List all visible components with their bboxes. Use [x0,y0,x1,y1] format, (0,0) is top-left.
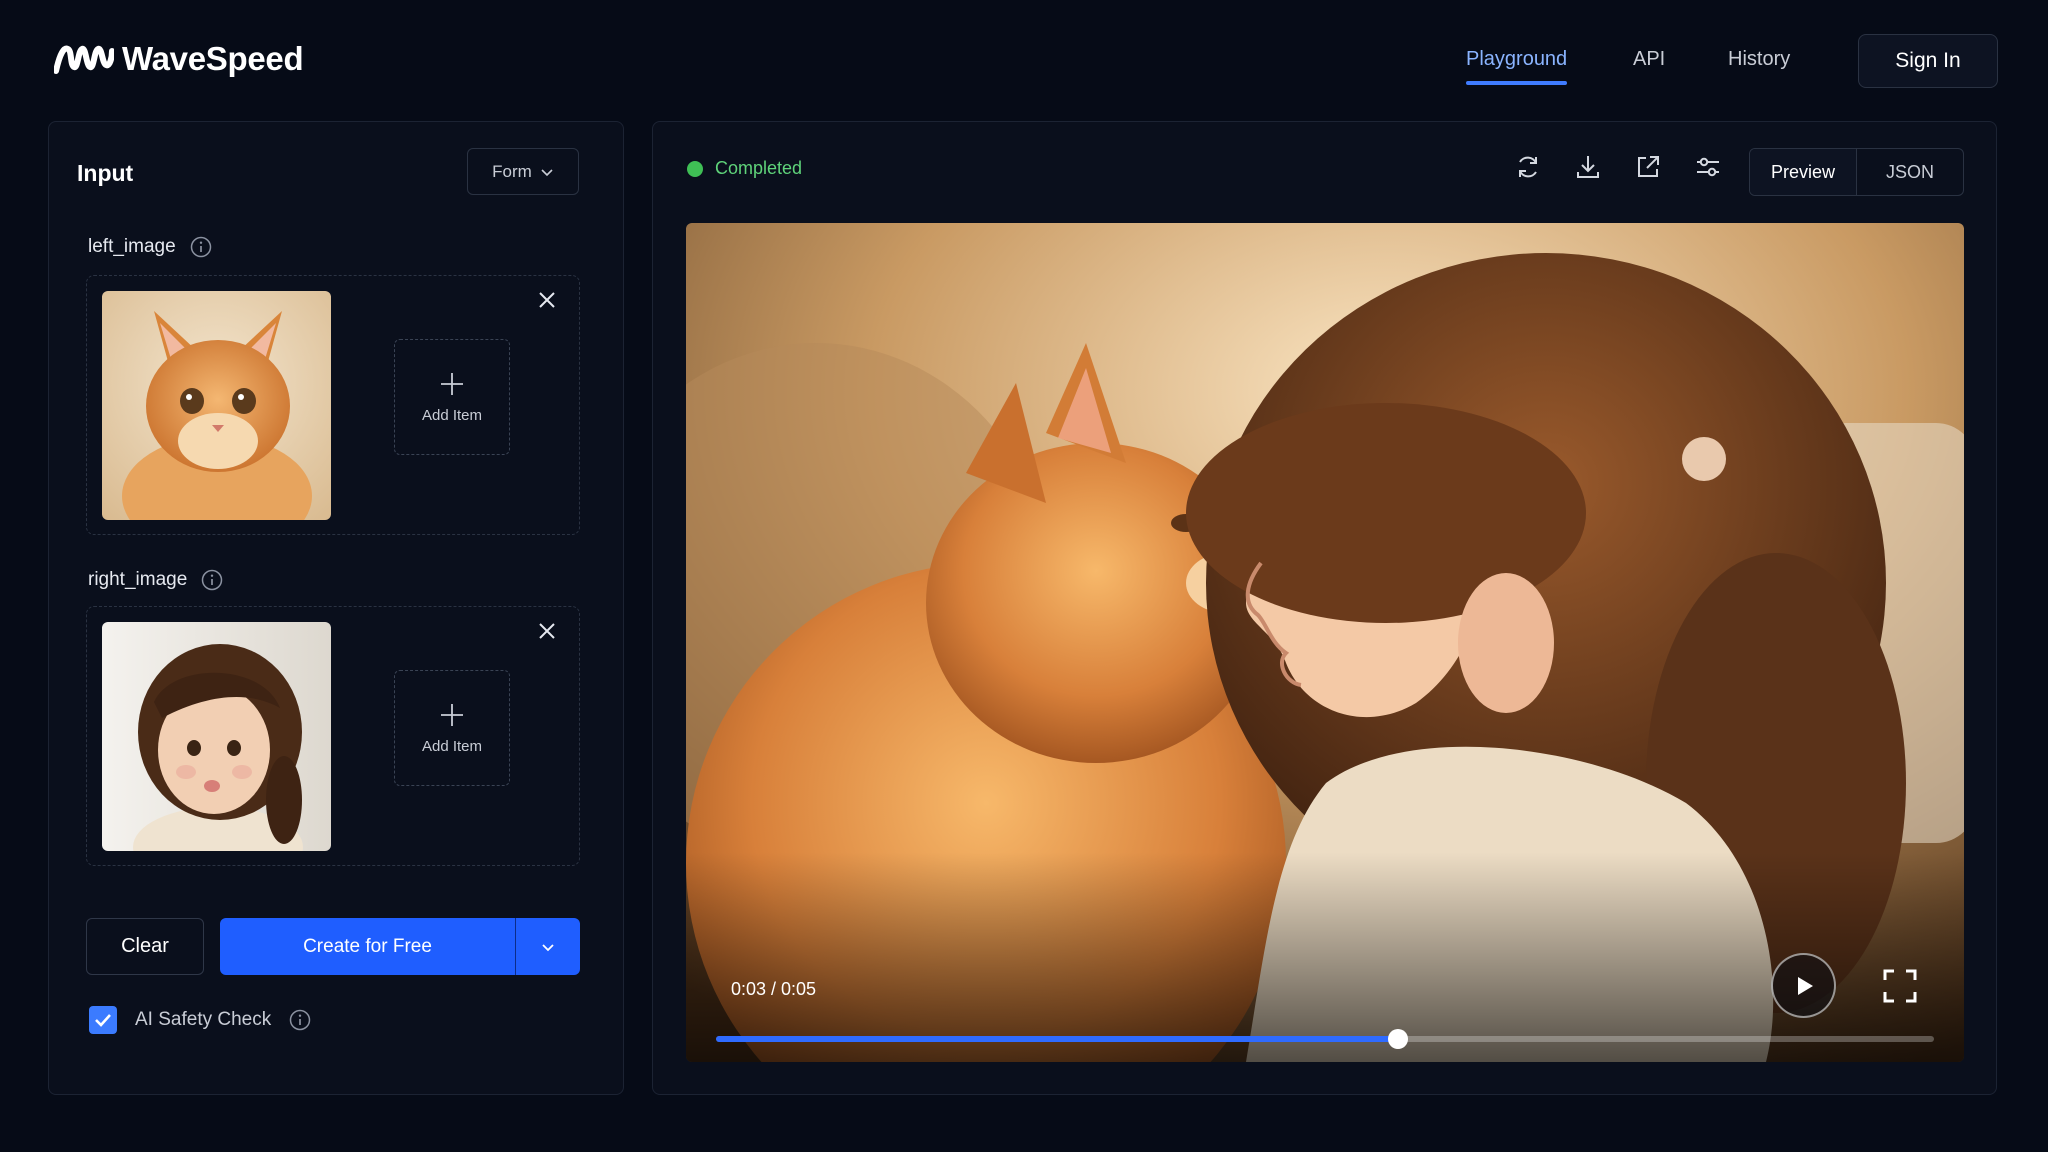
video-player[interactable]: 0:03 / 0:05 [686,223,1964,1062]
create-for-free-button[interactable]: Create for Free [220,918,515,975]
remove-left-image-icon[interactable] [536,289,558,311]
top-header: WaveSpeed Playground API History Sign In [0,0,2048,122]
nav-history[interactable]: History [1728,48,1790,85]
info-icon[interactable] [201,569,223,591]
mode-select-value: Form [492,161,532,181]
play-icon [1797,976,1813,995]
chevron-down-icon [541,168,553,176]
wave-logo-icon [54,45,114,74]
brand-logo[interactable]: WaveSpeed [54,40,304,78]
ai-safety-check: AI Safety Check [89,1006,311,1034]
status-text: Completed [715,158,803,178]
info-icon[interactable] [190,236,212,258]
mode-select[interactable]: Form [467,148,579,195]
kitten-thumbnail [102,291,331,520]
ai-safety-label: AI Safety Check [135,1009,272,1030]
video-progress-bar[interactable] [716,1029,1934,1049]
plus-icon [441,703,463,726]
refresh-icon[interactable] [1513,152,1543,182]
status-badge: Completed [687,158,802,179]
chevron-down-icon [542,943,554,951]
add-left-image-button[interactable]: Add Item [394,339,510,455]
right-image-label: right_image [88,569,223,591]
plus-icon [441,372,463,395]
tab-json[interactable]: JSON [1857,149,1963,195]
input-panel: Input Form left_image Add Item right_ima… [48,121,624,1095]
video-progress-handle[interactable] [1388,1029,1409,1049]
input-panel-title: Input [77,160,134,186]
nav-playground[interactable]: Playground [1466,48,1568,85]
video-time: 0:03 / 0:05 [731,979,817,999]
right-image-dropzone[interactable]: Add Item [86,606,580,866]
create-options-dropdown[interactable] [515,918,580,975]
clear-button[interactable]: Clear [86,918,204,975]
tab-preview[interactable]: Preview [1750,149,1857,195]
girl-thumbnail [102,622,331,851]
left-image-label: left_image [88,236,212,258]
nav-api[interactable]: API [1633,48,1665,85]
right-image-label-text: right_image [88,569,188,590]
checkmark-icon [95,1014,111,1027]
left-image-dropzone[interactable]: Add Item [86,275,580,535]
add-item-label: Add Item [421,406,483,424]
view-toggle: Preview JSON [1749,148,1964,196]
status-dot [687,160,703,177]
download-icon[interactable] [1573,152,1603,182]
output-panel: Completed Preview JSON 0:03 / 0:05 [652,121,1997,1095]
ai-safety-checkbox[interactable] [89,1006,117,1034]
add-right-image-button[interactable]: Add Item [394,670,510,786]
video-progress-fill [716,1036,1399,1042]
fullscreen-icon[interactable] [1882,968,1918,1004]
video-frame [686,223,1964,1062]
info-icon[interactable] [289,1009,311,1031]
left-image-label-text: left_image [88,236,176,257]
open-external-icon[interactable] [1633,152,1663,182]
add-item-label: Add Item [421,737,483,755]
brand-name: WaveSpeed [122,40,304,77]
play-button[interactable] [1771,953,1836,1018]
sliders-icon[interactable] [1693,152,1723,182]
remove-right-image-icon[interactable] [536,620,558,642]
sign-in-button[interactable]: Sign In [1858,34,1998,88]
